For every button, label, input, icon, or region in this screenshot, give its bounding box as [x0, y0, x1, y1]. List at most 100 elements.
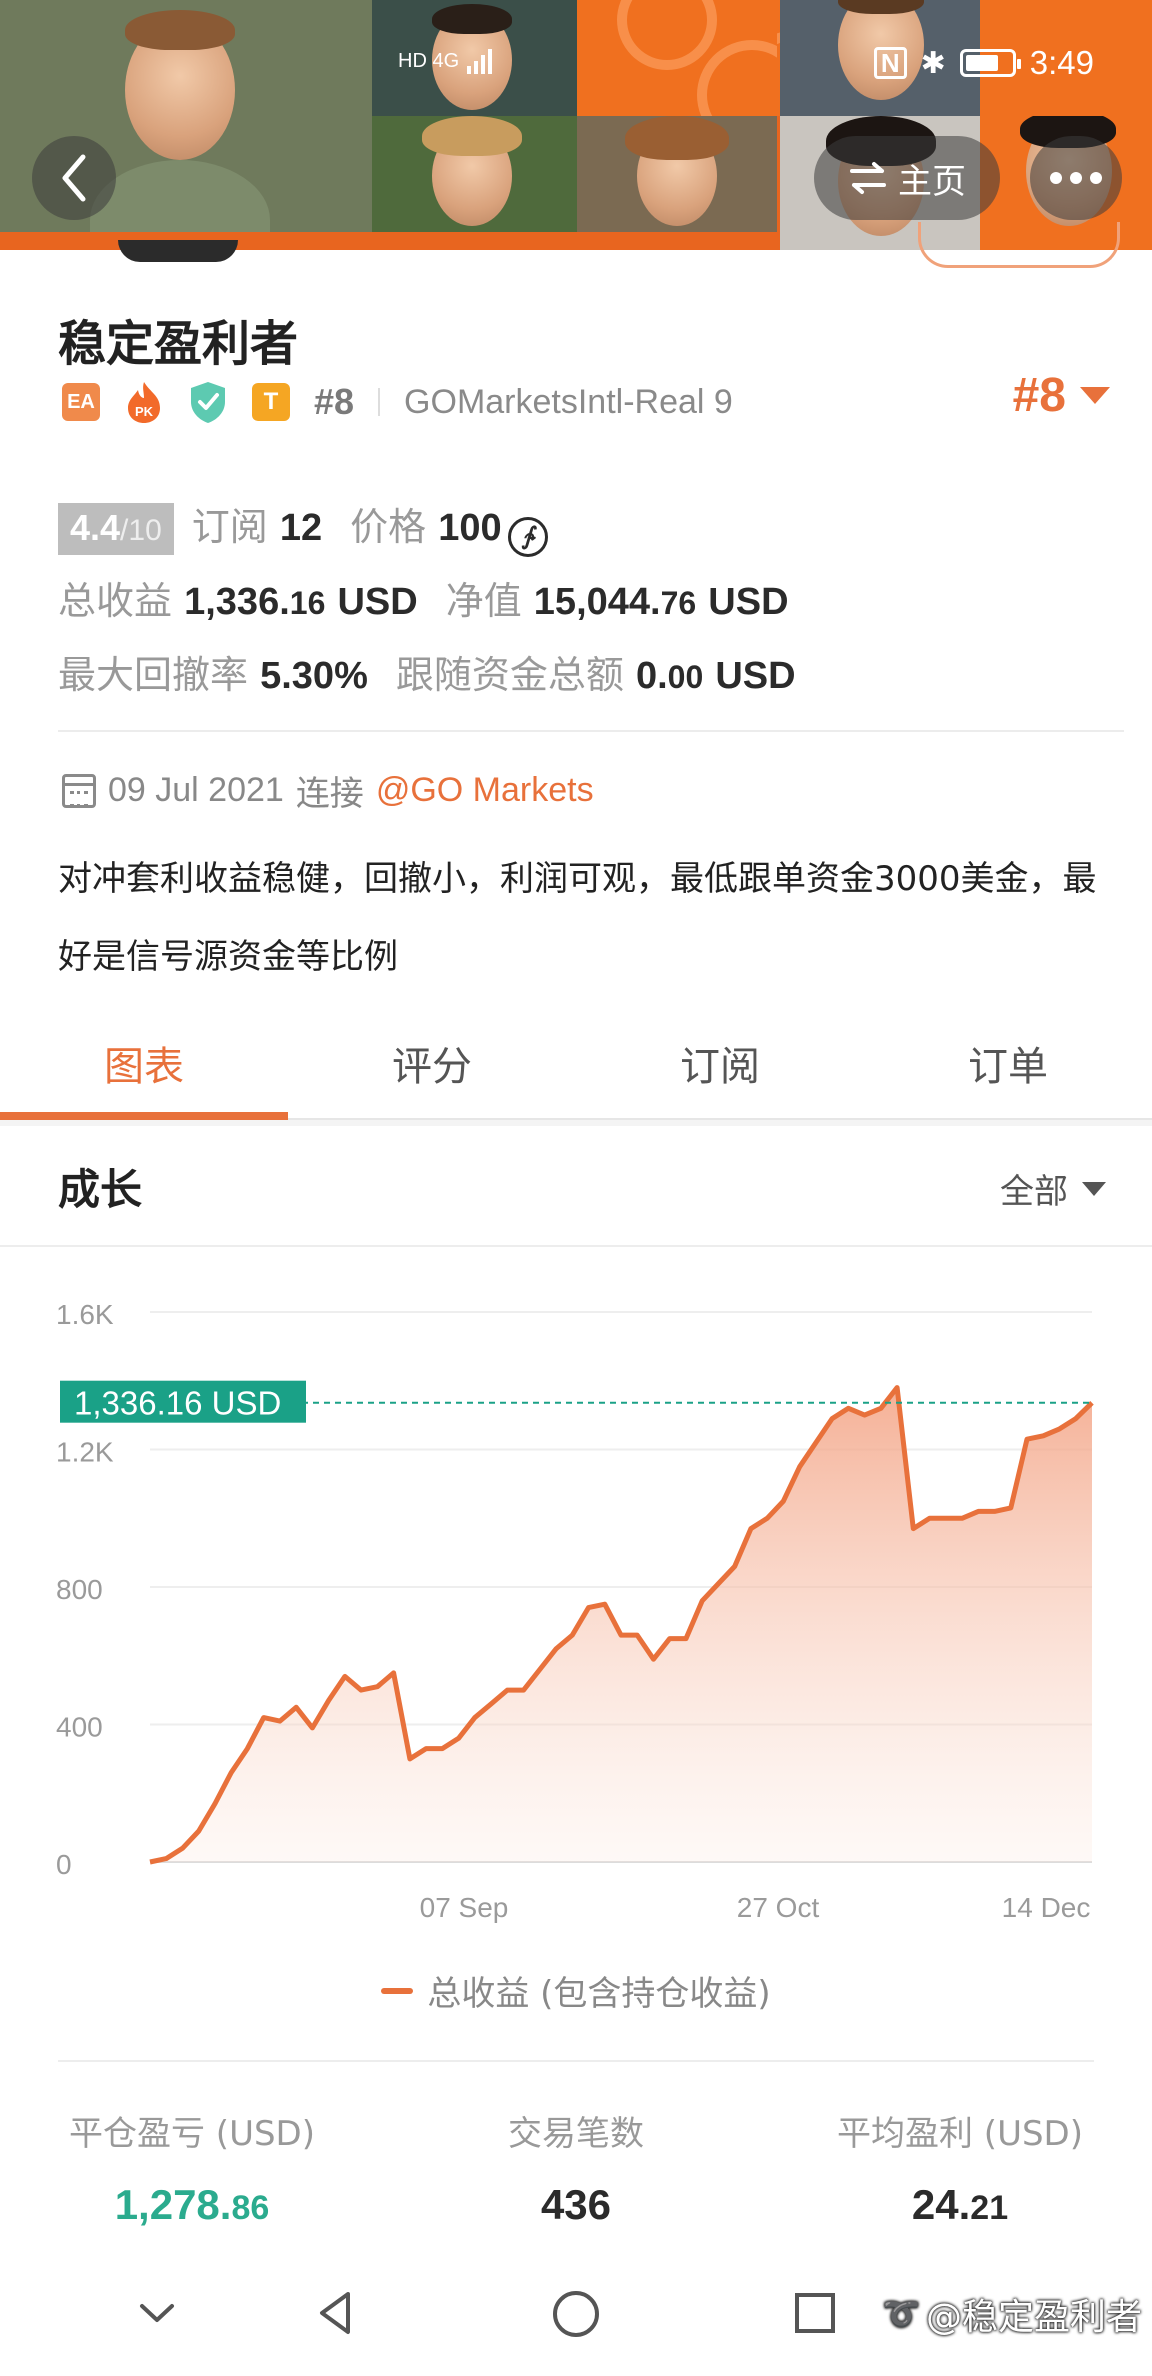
y-tick-label: 0	[56, 1849, 72, 1880]
y-tick-label: 1.6K	[56, 1299, 114, 1330]
rank-small: #8	[314, 381, 355, 422]
broker-link[interactable]: @GO Markets	[376, 771, 594, 810]
network-indicator: HD 4G	[398, 48, 495, 74]
back-button[interactable]	[32, 136, 116, 220]
y-tick-label: 400	[56, 1712, 103, 1743]
svg-text:PK: PK	[135, 404, 154, 419]
legend-swatch	[381, 1987, 414, 1994]
profit-int: 1,336.	[184, 581, 290, 623]
divider	[0, 1245, 1152, 1247]
watermark-text: @稳定盈利者	[925, 2297, 1142, 2338]
divider	[378, 388, 381, 416]
stat-label: 平仓盈亏 (USD)	[69, 2114, 315, 2154]
legend-label: 总收益 (包含持仓收益)	[427, 1974, 771, 2014]
stats-row: 平仓盈亏 (USD) 1,278.86 交易笔数 436 平均盈利 (USD) …	[0, 2106, 1152, 2229]
status-bar: N ✱ 3:49	[873, 44, 1094, 82]
ea-badge-icon: EA	[62, 383, 100, 421]
signal-icon	[467, 49, 493, 74]
status-time: 3:49	[1029, 44, 1094, 81]
home-button-label: 主页	[898, 161, 966, 202]
stat-value: 24.21	[911, 2181, 1009, 2228]
signal-name: 稳定盈利者	[58, 316, 299, 372]
tab-bar: 图表 评分 订阅 订单	[0, 1016, 1152, 1120]
score-badge: 4.4/10	[58, 503, 174, 555]
stat-label: 平均盈利 (USD)	[837, 2114, 1083, 2154]
section-separator	[0, 1120, 1152, 1126]
profit-unit: USD	[337, 581, 418, 623]
more-button[interactable]	[1030, 136, 1122, 220]
equity-dec: 76	[660, 585, 697, 621]
svg-text:1,336.16 USD: 1,336.16 USD	[74, 1385, 281, 1422]
stat-trade-count: 交易笔数 436	[384, 2106, 768, 2229]
caret-down-icon	[1080, 387, 1110, 404]
profit-label: 总收益	[58, 579, 173, 623]
signal-description: 对冲套利收益稳健，回撤小，利润可观，最低跟单资金3000美金，最好是信号源资金等…	[58, 859, 1097, 977]
price-value: 100	[438, 507, 502, 549]
caret-down-icon	[1082, 1181, 1106, 1196]
follow-button[interactable]	[918, 222, 1120, 268]
divider	[58, 730, 1124, 732]
watermark: ➰ @稳定盈利者	[883, 2288, 1142, 2340]
stat-value: 436	[540, 2181, 612, 2228]
banner-pattern-1	[577, 0, 777, 116]
calendar-icon	[62, 773, 96, 808]
battery-icon	[959, 49, 1021, 77]
bluetooth-icon: ✱	[920, 46, 946, 80]
range-filter-dropdown[interactable]: 全部	[1000, 1164, 1106, 1213]
profit-dec: 16	[289, 585, 326, 621]
weibo-logo-icon: ➰	[882, 2296, 920, 2332]
back-nav-icon[interactable]	[310, 2288, 360, 2338]
home-button[interactable]: 主页	[814, 136, 1000, 220]
y-tick-label: 800	[56, 1574, 103, 1605]
x-tick-label: 07 Sep	[420, 1892, 509, 1923]
tab-orders[interactable]: 订单	[864, 1016, 1152, 1118]
follow-funds-unit: USD	[715, 655, 796, 697]
score-row: 4.4/10 订阅 12 价格 100 ∱	[58, 496, 548, 557]
t-badge-icon: T	[252, 383, 290, 421]
banner-photo-4	[577, 116, 777, 232]
equity-unit: USD	[708, 581, 789, 623]
drawdown-row: 最大回撤率 5.30% 跟随资金总额 0. 00 USD	[58, 644, 796, 699]
follow-funds-int: 0.	[635, 655, 668, 697]
profile-banner: HD 4G N ✱ 3:49 主页	[0, 0, 1152, 250]
follow-funds-dec: 00	[667, 659, 704, 695]
growth-chart[interactable]: 0 400 800 1.2K 1.6K 07 Sep 27 Oct 14 Dec 1,336…	[0, 1250, 1152, 1950]
drawdown-label: 最大回撤率	[58, 653, 249, 697]
stat-closed-pnl: 平仓盈亏 (USD) 1,278.86	[0, 2106, 384, 2229]
stat-label: 交易笔数	[508, 2114, 644, 2154]
drawdown-value: 5.30%	[260, 655, 368, 697]
avatar	[118, 240, 238, 262]
growth-title: 成长	[58, 1165, 143, 1214]
profit-row: 总收益 1,336. 16 USD 净值 15,044. 76 USD	[58, 570, 789, 625]
follow-funds-label: 跟随资金总额	[395, 653, 624, 697]
more-dots-icon	[1050, 172, 1062, 184]
shield-check-icon	[191, 382, 225, 423]
coin-icon: ∱	[507, 516, 548, 557]
recents-nav-icon[interactable]	[790, 2288, 840, 2338]
chart-legend[interactable]: 总收益 (包含持仓收益)	[0, 1966, 1152, 2015]
subscribe-count: 12	[279, 507, 323, 549]
price-label: 价格	[350, 505, 427, 549]
divider	[58, 2060, 1094, 2062]
badge-row: EA PK T #8 GOMarketsIntl-Real 9	[62, 380, 733, 424]
tab-chart[interactable]: 图表	[0, 1016, 288, 1120]
tab-subscriptions[interactable]: 订阅	[576, 1016, 864, 1118]
stat-avg-profit: 平均盈利 (USD) 24.21	[768, 2106, 1152, 2229]
rank-big-label: #8	[1012, 369, 1066, 422]
hide-keyboard-icon[interactable]	[132, 2288, 182, 2338]
connect-label: 连接	[295, 774, 364, 814]
tab-rating[interactable]: 评分	[288, 1016, 576, 1118]
banner-accent-strip	[0, 232, 780, 250]
current-value-label: 1,336.16 USD	[60, 1380, 306, 1423]
rank-dropdown[interactable]: #8	[1013, 368, 1110, 423]
x-tick-label: 27 Oct	[737, 1892, 820, 1923]
range-filter-label: 全部	[1000, 1172, 1068, 1212]
home-nav-icon[interactable]	[550, 2288, 602, 2340]
equity-int: 15,044.	[533, 581, 661, 623]
swap-icon	[850, 162, 886, 194]
nfc-icon: N	[873, 47, 907, 79]
broker-account: GOMarketsIntl-Real 9	[404, 382, 733, 421]
subscribe-label: 订阅	[191, 505, 268, 549]
y-tick-label: 1.2K	[56, 1437, 114, 1468]
equity-label: 净值	[445, 579, 522, 623]
